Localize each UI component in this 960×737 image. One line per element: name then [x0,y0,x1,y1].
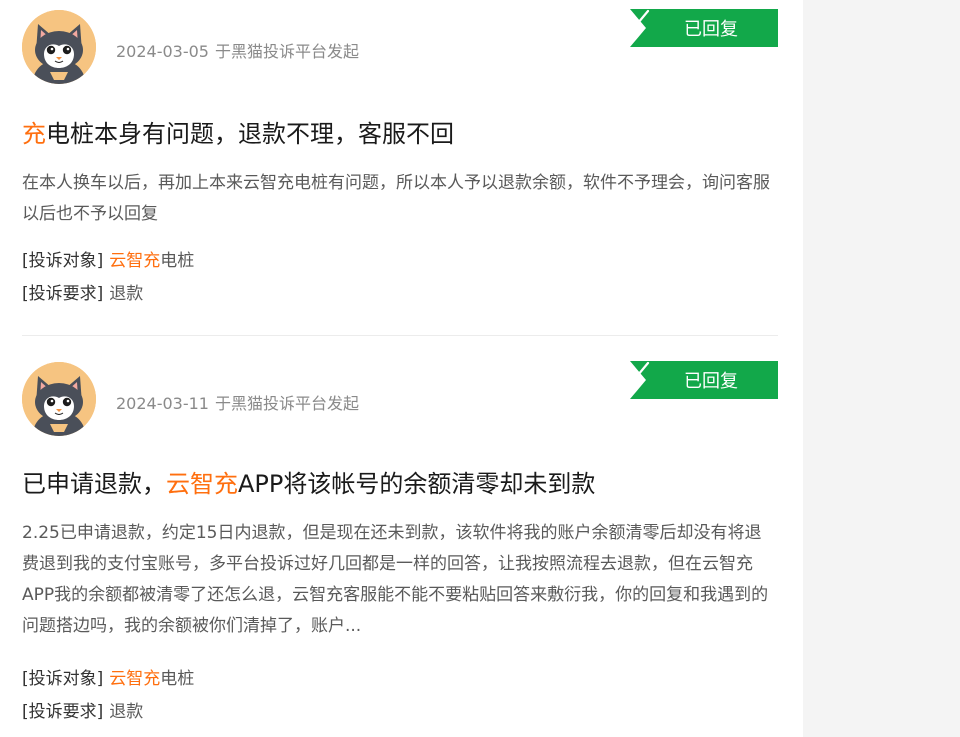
demand-label: [投诉要求] [22,284,104,304]
complaint-date: 2024-03-11 [116,394,209,413]
demand-value: 退款 [109,702,144,722]
title-text: 电桩本身有问题，退款不理，客服不回 [46,120,454,148]
complaint-target-row: [投诉对象] 云智充电桩 [22,246,194,276]
right-sidebar [803,0,960,737]
title-text: APP将该帐号的余额清零却未到款 [238,470,596,498]
title-text-pre: 已申请退款， [22,470,166,498]
black-cat-avatar-icon[interactable] [22,362,96,436]
complaint-source: 于黑猫投诉平台发起 [214,42,359,61]
demand-value: 退款 [109,284,144,304]
target-highlight: 云智充 [109,251,161,271]
black-cat-avatar-icon[interactable] [22,10,96,84]
status-label: 已回复 [684,371,738,391]
complaint-source: 于黑猫投诉平台发起 [214,394,359,413]
status-badge: 已回复 [630,361,778,399]
target-label: [投诉对象] [22,251,104,271]
title-highlight: 云智充 [166,470,238,498]
target-text: 电桩 [160,669,195,689]
complaint-card[interactable]: 2024-03-05 于黑猫投诉平台发起 已回复 充电桩本身有问题，退款不理，客服… [22,0,778,336]
status-badge: 已回复 [630,9,778,47]
title-highlight: 充 [22,120,46,148]
status-label: 已回复 [684,19,738,39]
complaint-target-row: [投诉对象] 云智充电桩 [22,664,194,694]
demand-label: [投诉要求] [22,702,104,722]
complaint-demand-row: [投诉要求] 退款 [22,697,143,727]
complaint-feed: 2024-03-05 于黑猫投诉平台发起 已回复 充电桩本身有问题，退款不理，客服… [0,0,803,737]
complaint-meta: 2024-03-05 于黑猫投诉平台发起 [116,38,359,62]
complaint-content: 在本人换车以后，再加上本来云智充电桩有问题，所以本人予以退款余额，软件不予理会，… [22,173,770,224]
complaint-card[interactable]: 2024-03-11 于黑猫投诉平台发起 已回复 已申请退款，云智充APP将该帐号… [22,352,778,737]
checkmark-icon [630,361,650,377]
checkmark-icon [630,9,650,25]
complaint-title[interactable]: 已申请退款，云智充APP将该帐号的余额清零却未到款 [22,466,595,502]
target-highlight: 云智充 [109,669,161,689]
complaint-title[interactable]: 充电桩本身有问题，退款不理，客服不回 [22,116,454,152]
complaint-content: 2.25已申请退款，约定15日内退款，但是现在还未到款，该软件将我的账户余额清零… [22,523,769,636]
complaint-date: 2024-03-05 [116,42,209,61]
target-label: [投诉对象] [22,669,104,689]
complaint-meta: 2024-03-11 于黑猫投诉平台发起 [116,390,359,414]
target-text: 电桩 [160,251,195,271]
complaint-demand-row: [投诉要求] 退款 [22,279,143,309]
